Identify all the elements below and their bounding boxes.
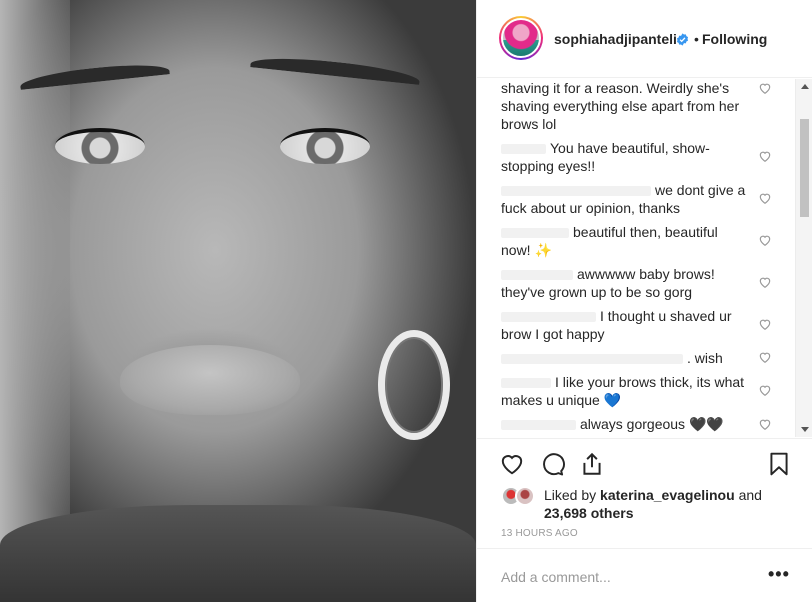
comment-item: You have beautiful, show-stopping eyes!! xyxy=(501,139,751,175)
share-icon[interactable] xyxy=(579,451,605,477)
likes-conjunction: and xyxy=(738,487,762,503)
post-photo[interactable] xyxy=(0,0,476,602)
comment-item: always gorgeous 🖤🖤 xyxy=(501,415,751,433)
comment-like-heart-icon[interactable] xyxy=(758,275,772,289)
photo-right-eyebrow xyxy=(249,53,421,93)
header-separator: • xyxy=(694,31,699,47)
likes-text: Liked by katerina_evagelinou and 23,698 … xyxy=(544,486,794,522)
comments-scrollbar[interactable] xyxy=(795,79,812,437)
comment-username-redacted xyxy=(501,186,651,197)
comment-like-heart-icon[interactable] xyxy=(758,383,772,397)
comment-item: awwwww baby brows! they've grown up to b… xyxy=(501,265,751,301)
comment-like-heart-icon[interactable] xyxy=(758,350,772,364)
comment-item: . wish xyxy=(501,349,751,367)
likes-prefix: Liked by xyxy=(544,487,597,503)
verified-badge-icon xyxy=(676,33,689,46)
post-side-panel: sophiahadjipanteli • Following shaving i… xyxy=(476,0,812,602)
comment-like-heart-icon[interactable] xyxy=(758,317,772,331)
comment-icon[interactable] xyxy=(539,451,565,477)
scroll-down-arrow-icon[interactable] xyxy=(801,427,809,432)
photo-lips xyxy=(120,345,300,415)
add-comment-bar: ••• xyxy=(477,548,812,602)
post-header: sophiahadjipanteli • Following xyxy=(477,0,812,78)
comment-like-heart-icon[interactable] xyxy=(758,417,772,431)
following-button[interactable]: Following xyxy=(702,31,767,47)
comment-username-redacted xyxy=(501,354,683,365)
liker-avatar[interactable] xyxy=(515,486,535,506)
heart-icon[interactable] xyxy=(499,451,525,477)
comment-username-redacted xyxy=(501,312,596,323)
comment-username-redacted xyxy=(501,144,546,155)
comment-item: we dont give a fuck about ur opinion, th… xyxy=(501,181,751,217)
add-comment-input[interactable] xyxy=(501,567,751,587)
comment-username-redacted xyxy=(501,378,551,389)
comment-username-redacted xyxy=(501,270,573,281)
author-avatar-image xyxy=(501,18,541,58)
comment-like-heart-icon[interactable] xyxy=(758,81,772,95)
photo-left-eye xyxy=(55,128,145,164)
comment-text: always gorgeous 🖤🖤 xyxy=(580,416,724,432)
comment-item: I like your brows thick, its what makes … xyxy=(501,373,751,409)
comment-item: I thought u shaved ur brow I got happy xyxy=(501,307,751,343)
likes-summary: Liked by katerina_evagelinou and 23,698 … xyxy=(501,484,801,524)
scroll-up-arrow-icon[interactable] xyxy=(801,84,809,89)
comment-item: beautiful then, beautiful now! ✨ xyxy=(501,223,751,259)
likes-count[interactable]: 23,698 others xyxy=(544,505,634,521)
author-avatar[interactable] xyxy=(499,16,543,60)
more-options-icon[interactable]: ••• xyxy=(768,565,790,583)
photo-shirt xyxy=(0,505,476,602)
photo-right-eye xyxy=(280,128,370,164)
comment-like-heart-icon[interactable] xyxy=(758,191,772,205)
scroll-thumb[interactable] xyxy=(800,119,809,217)
comment-like-heart-icon[interactable] xyxy=(758,233,772,247)
comment-like-heart-icon[interactable] xyxy=(758,149,772,163)
author-username[interactable]: sophiahadjipanteli xyxy=(554,31,677,47)
action-bar xyxy=(477,438,812,488)
post-timestamp[interactable]: 13 HOURS AGO xyxy=(501,528,578,539)
comment-username-redacted xyxy=(501,420,576,431)
comments-list[interactable]: shaving it for a reason. Weirdly she's s… xyxy=(477,79,812,437)
photo-earring xyxy=(378,330,450,440)
comment-item: shaving it for a reason. Weirdly she's s… xyxy=(501,79,751,133)
comment-text: . wish xyxy=(687,350,723,366)
comment-text: shaving it for a reason. Weirdly she's s… xyxy=(501,80,740,132)
comment-username-redacted xyxy=(501,228,569,239)
liker-username[interactable]: katerina_evagelinou xyxy=(600,487,735,503)
bookmark-icon[interactable] xyxy=(766,451,792,477)
liker-avatars xyxy=(501,486,541,506)
